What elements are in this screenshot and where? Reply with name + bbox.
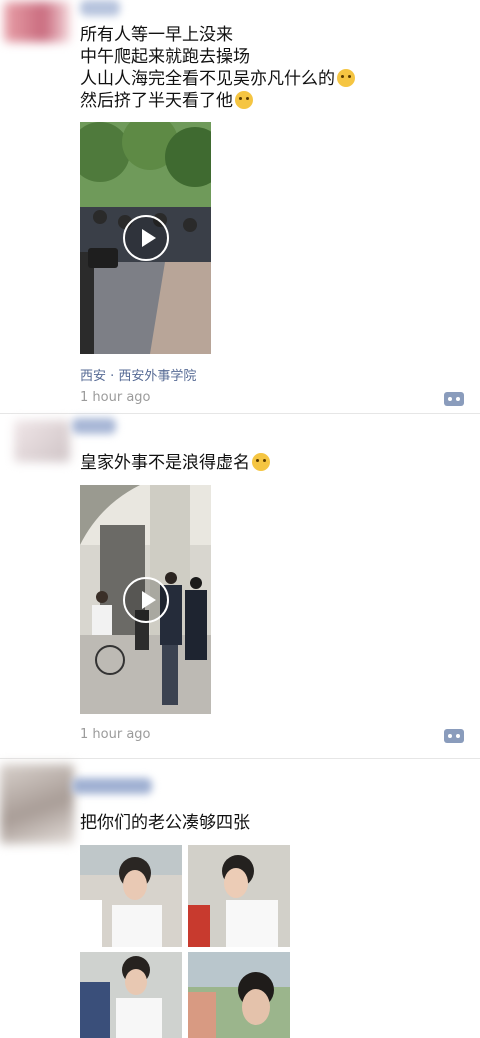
video-thumbnail[interactable]	[80, 485, 211, 714]
photo-image	[80, 845, 182, 947]
comment-more-icon[interactable]	[444, 392, 464, 406]
photo-thumbnail[interactable]	[188, 845, 290, 947]
photo-image	[80, 952, 182, 1038]
post-divider	[0, 413, 480, 414]
location-link[interactable]: 西安 · 西安外事学院	[80, 365, 196, 384]
post-text-line: 中午爬起来就跑去操场	[80, 47, 250, 67]
sweat-laugh-emoji-icon	[337, 69, 355, 87]
post-text-line: 然后挤了半天看了他	[80, 90, 253, 112]
tears-of-joy-emoji-icon	[235, 91, 253, 109]
timestamp: 1 hour ago	[80, 390, 151, 405]
video-thumbnail[interactable]	[80, 122, 211, 354]
username[interactable]	[72, 418, 116, 434]
comment-more-icon[interactable]	[444, 729, 464, 743]
post-text-line: 把你们的老公凑够四张	[80, 813, 250, 833]
photo-image	[188, 845, 290, 947]
avatar[interactable]	[0, 764, 74, 844]
flushed-emoji-icon	[252, 453, 270, 471]
post-text-line: 所有人等一早上没来	[80, 25, 233, 45]
post-text-line: 人山人海完全看不见吴亦凡什么的	[80, 68, 355, 90]
avatar[interactable]	[4, 2, 70, 42]
timestamp: 1 hour ago	[80, 727, 151, 742]
photo-thumbnail[interactable]	[188, 952, 290, 1038]
post-divider	[0, 758, 480, 759]
avatar[interactable]	[14, 420, 70, 462]
photo-image	[188, 952, 290, 1038]
play-icon[interactable]	[122, 215, 169, 261]
photo-thumbnail[interactable]	[80, 952, 182, 1038]
play-icon[interactable]	[122, 576, 169, 623]
username[interactable]	[80, 0, 120, 16]
username[interactable]	[72, 778, 152, 794]
photo-thumbnail[interactable]	[80, 845, 182, 947]
post-text-line: 皇家外事不是浪得虚名	[80, 452, 270, 474]
